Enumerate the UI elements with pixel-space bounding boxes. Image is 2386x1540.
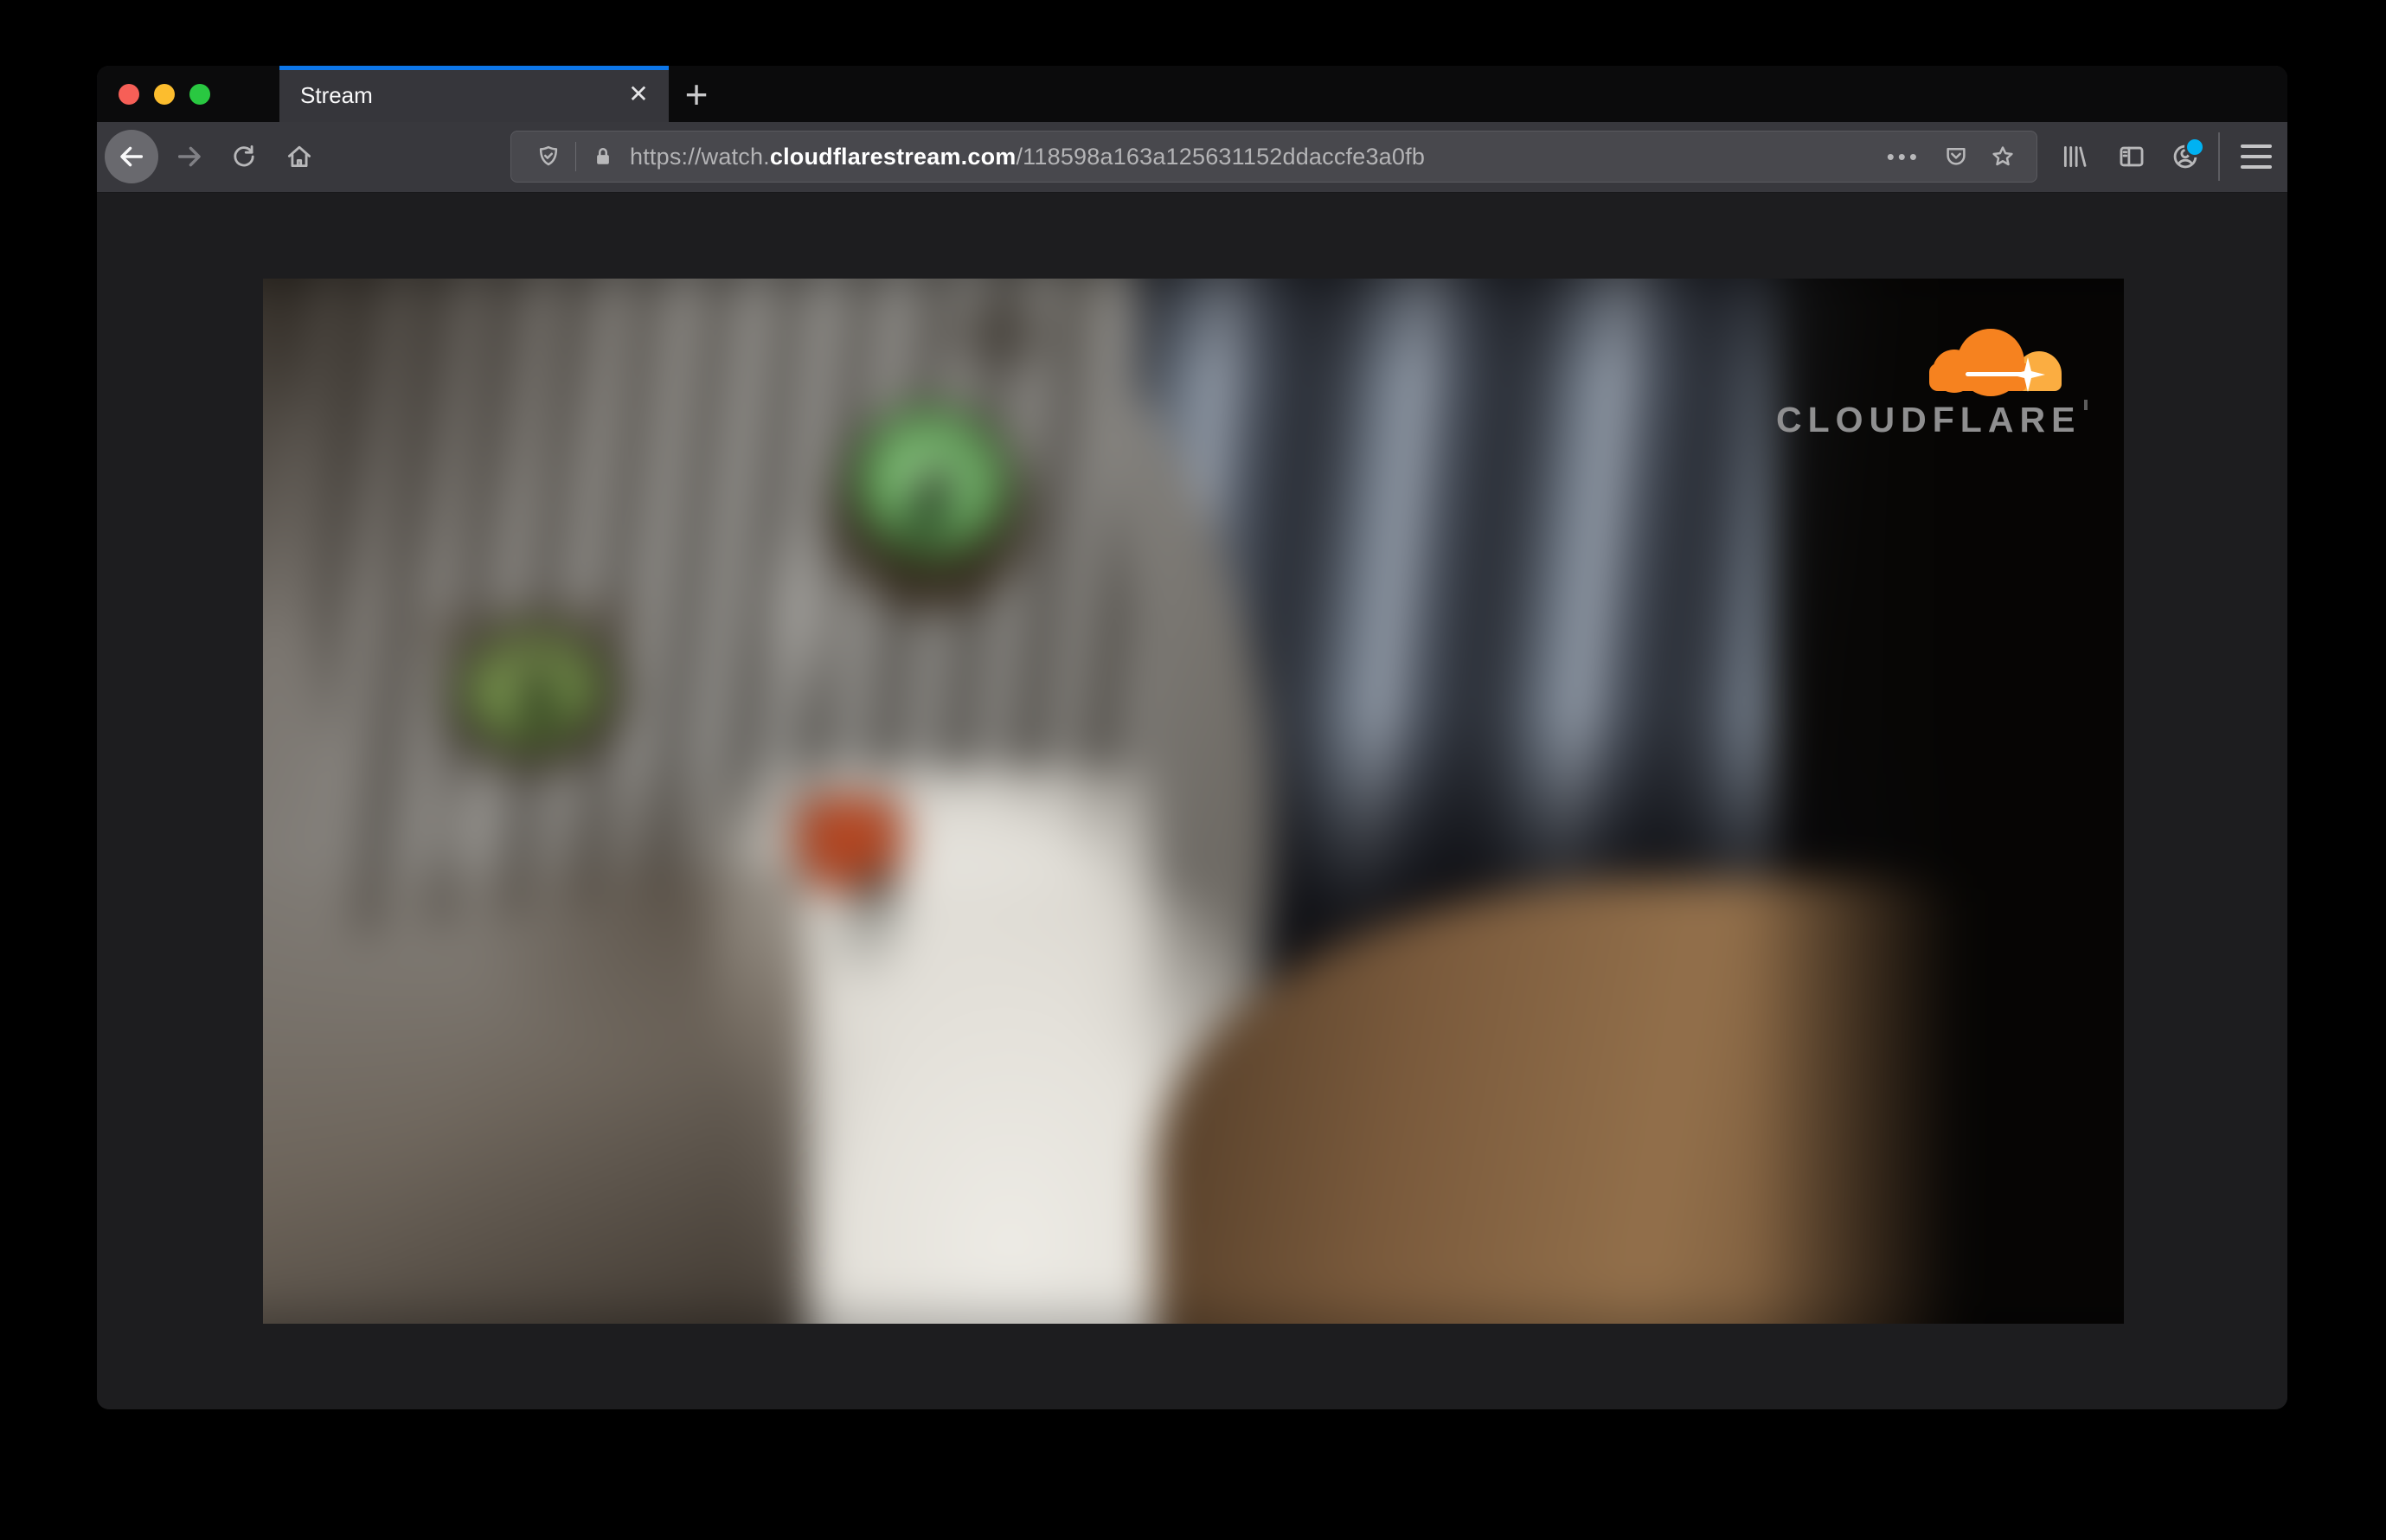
url-text: https://watch.cloudflarestream.com/11859… [630, 144, 1425, 170]
tracking-protection-shield-icon[interactable] [536, 144, 561, 170]
sidebar-icon [2120, 146, 2144, 167]
library-button[interactable] [2048, 130, 2101, 183]
hamburger-menu-icon [2241, 144, 2272, 169]
tab-stream[interactable]: Stream ✕ [279, 66, 669, 122]
new-tab-button[interactable]: + [670, 71, 722, 118]
video-player[interactable]: CLOUDFLARE [263, 279, 2124, 1324]
home-button[interactable] [273, 130, 326, 183]
library-icon [2063, 145, 2087, 168]
lock-icon[interactable] [590, 144, 616, 170]
cloudflare-cloud-icon [1929, 329, 2062, 396]
tab-strip: Stream ✕ + [97, 66, 2287, 122]
page-content: CLOUDFLARE [97, 193, 2287, 1409]
browser-window: Stream ✕ + https://watch.cloudflarestrea… [97, 66, 2287, 1409]
account-button[interactable] [2158, 130, 2212, 183]
url-bar[interactable]: https://watch.cloudflarestream.com/11859… [510, 131, 2037, 183]
toolbar-divider [2218, 132, 2220, 181]
account-notification-dot [2184, 137, 2205, 157]
window-close-button[interactable] [119, 84, 139, 105]
trademark-mark [2084, 400, 2088, 410]
url-domain: cloudflarestream.com [769, 143, 1017, 170]
bookmark-star-icon[interactable] [1990, 144, 2016, 170]
back-button[interactable] [105, 130, 158, 183]
cloudflare-logo: CLOUDFLARE [1776, 329, 2088, 440]
tab-close-button[interactable]: ✕ [622, 78, 655, 111]
cloudflare-wordmark: CLOUDFLARE [1776, 400, 2088, 440]
url-path: /118598a163a125631152ddaccfe3a0fb [1016, 143, 1426, 170]
back-arrow-icon [120, 146, 144, 167]
url-bar-divider [575, 142, 576, 171]
forward-arrow-icon [177, 146, 201, 167]
navigation-toolbar: https://watch.cloudflarestream.com/11859… [97, 122, 2287, 193]
window-zoom-button[interactable] [189, 84, 210, 105]
pocket-save-icon[interactable] [1943, 144, 1969, 170]
desktop-background: Stream ✕ + https://watch.cloudflarestrea… [0, 0, 2386, 1540]
menu-button[interactable] [2229, 130, 2283, 183]
reload-button[interactable] [217, 130, 271, 183]
traffic-lights [119, 84, 210, 105]
window-minimize-button[interactable] [154, 84, 175, 105]
tab-title: Stream [300, 82, 373, 108]
reload-icon [234, 144, 254, 167]
page-actions-button[interactable]: ••• [1887, 144, 1921, 170]
forward-button[interactable] [163, 130, 216, 183]
home-icon [287, 145, 311, 168]
sidebar-button[interactable] [2105, 130, 2158, 183]
url-scheme: https://watch. [630, 143, 770, 170]
